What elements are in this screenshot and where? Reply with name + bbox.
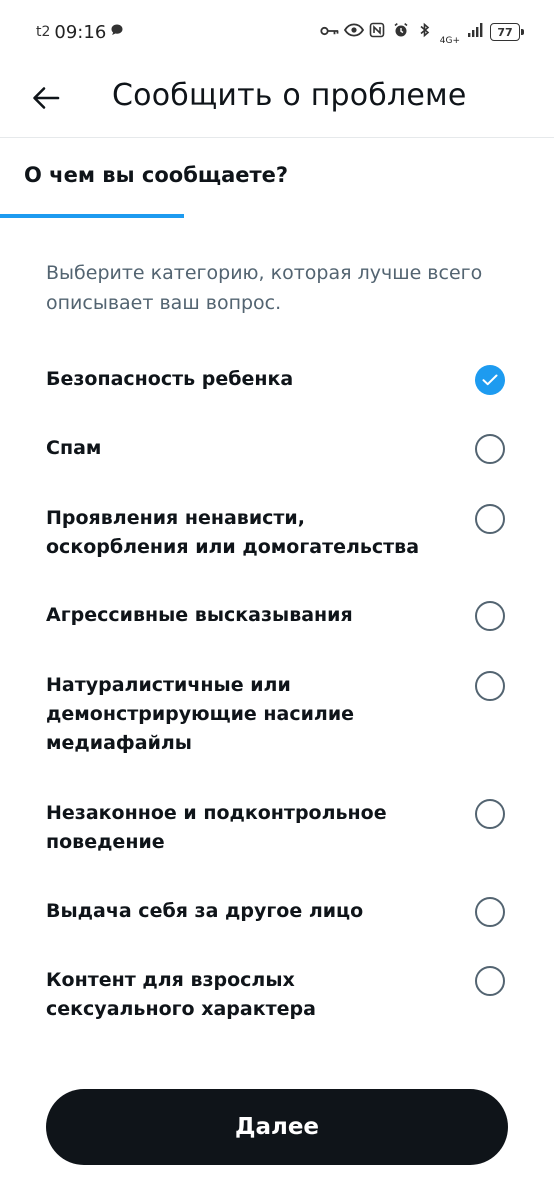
option-label: Выдача себя за другое лицо — [46, 900, 364, 922]
radio-checked[interactable] — [475, 365, 505, 395]
eye-icon — [343, 23, 364, 41]
option-label: Агрессивные высказывания — [46, 604, 353, 626]
option-label: Незаконное и подконтрольное поведение — [46, 802, 387, 853]
radio-unchecked[interactable] — [475, 897, 505, 927]
option-hate-abuse[interactable]: Проявления ненависти, оскорбления или до… — [46, 504, 506, 562]
carrier-label: t2 — [36, 24, 51, 40]
checkmark-icon — [482, 371, 498, 390]
next-button[interactable]: Далее — [46, 1089, 508, 1165]
option-label: Проявления ненависти, оскорбления или до… — [46, 507, 420, 558]
option-label: Безопасность ребенка — [46, 368, 294, 390]
option-label: Контент для взрослых сексуального характ… — [46, 969, 316, 1020]
alarm-icon — [392, 22, 410, 42]
tab-active-indicator — [0, 214, 184, 218]
radio-unchecked[interactable] — [475, 671, 505, 701]
option-label: Спам — [46, 437, 102, 459]
radio-unchecked[interactable] — [475, 601, 505, 631]
description-text: Выберите категорию, которая лучше всего … — [46, 262, 483, 314]
status-bar: t2 09:16 4G+ 77 — [0, 0, 554, 64]
radio-unchecked[interactable] — [475, 966, 505, 996]
nfc-icon — [368, 22, 386, 42]
key-icon — [320, 23, 339, 41]
option-adult-content[interactable]: Контент для взрослых сексуального характ… — [46, 966, 506, 1024]
radio-unchecked[interactable] — [475, 434, 505, 464]
status-right: 4G+ 77 — [320, 19, 524, 46]
page-title: Сообщить о проблеме — [112, 78, 467, 113]
option-violent-speech[interactable]: Агрессивные высказывания — [46, 601, 506, 631]
chat-bubble-icon — [110, 22, 124, 42]
tab-report-type[interactable]: О чем вы сообщаете? — [24, 163, 288, 187]
battery-indicator: 77 — [490, 23, 524, 41]
back-button[interactable] — [26, 80, 66, 120]
option-label: Натуралистичные или демонстрирующие наси… — [46, 674, 355, 754]
option-child-safety[interactable]: Безопасность ребенка — [46, 365, 506, 395]
signal-icon — [466, 22, 484, 42]
arrow-left-icon — [32, 86, 60, 114]
network-type-label: 4G+ — [439, 35, 460, 46]
tab-bar: О чем вы сообщаете? — [0, 139, 554, 220]
app-header: Сообщить о проблеме — [0, 64, 554, 138]
option-illegal-behavior[interactable]: Незаконное и подконтрольное поведение — [46, 799, 506, 857]
option-spam[interactable]: Спам — [46, 434, 506, 464]
radio-unchecked[interactable] — [475, 799, 505, 829]
clock: 09:16 — [54, 21, 107, 43]
option-impersonation[interactable]: Выдача себя за другое лицо — [46, 897, 506, 927]
radio-unchecked[interactable] — [475, 504, 505, 534]
bluetooth-icon — [416, 22, 434, 42]
option-violent-media[interactable]: Натуралистичные или демонстрирующие наси… — [46, 671, 506, 758]
status-left: t2 09:16 — [36, 22, 124, 43]
